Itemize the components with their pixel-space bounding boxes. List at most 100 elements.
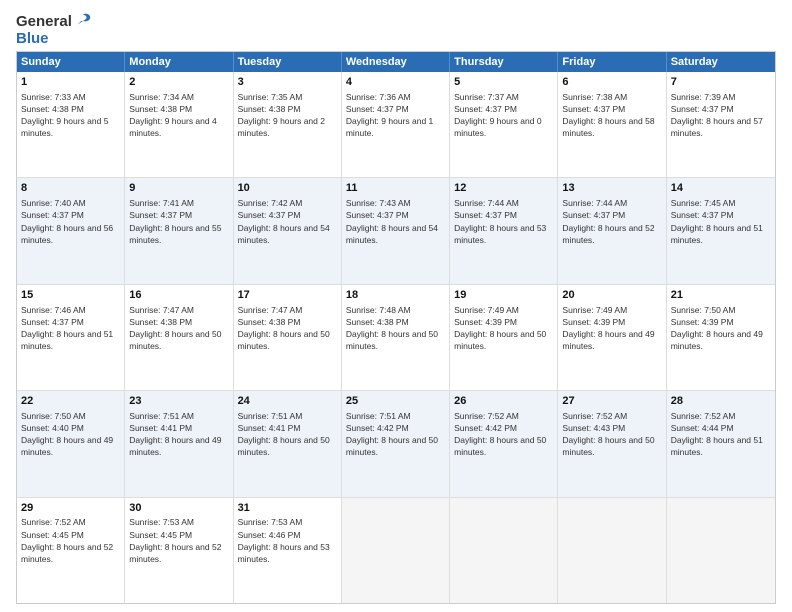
day-number: 11: [346, 181, 445, 196]
day-number: 12: [454, 181, 553, 196]
day-number: 21: [671, 288, 771, 303]
calendar-cell: 6Sunrise: 7:38 AMSunset: 4:37 PMDaylight…: [558, 72, 666, 177]
day-number: 4: [346, 75, 445, 90]
day-number: 1: [21, 75, 120, 90]
calendar-cell: 18 Sunrise: 7:48 AMSunset: 4:38 PMDayligh…: [342, 285, 450, 390]
calendar-cell-empty: [450, 498, 558, 603]
cell-info: Sunrise: 7:52 AMSunset: 4:43 PMDaylight:…: [562, 411, 654, 457]
logo-blue-text: Blue: [16, 30, 49, 47]
day-number: 18: [346, 288, 445, 303]
cell-info: Sunrise: 7:47 AMSunset: 4:38 PMDaylight:…: [129, 305, 221, 351]
calendar-week-row: 1 Sunrise: 7:33 AMSunset: 4:38 PMDaylight…: [17, 72, 775, 177]
day-number: 7: [671, 75, 771, 90]
day-number: 29: [21, 501, 120, 516]
cell-info: Sunrise: 7:34 AMSunset: 4:38 PMDaylight:…: [129, 92, 216, 138]
calendar-cell: 1 Sunrise: 7:33 AMSunset: 4:38 PMDaylight…: [17, 72, 125, 177]
calendar-cell: 9 Sunrise: 7:41 AMSunset: 4:37 PMDaylight…: [125, 178, 233, 283]
calendar-cell: 4 Sunrise: 7:36 AMSunset: 4:37 PMDaylight…: [342, 72, 450, 177]
calendar-cell: 11 Sunrise: 7:43 AMSunset: 4:37 PMDayligh…: [342, 178, 450, 283]
day-number: 31: [238, 501, 337, 516]
day-number: 25: [346, 394, 445, 409]
cell-info: Sunrise: 7:42 AMSunset: 4:37 PMDaylight:…: [238, 198, 330, 244]
calendar-cell: 2Sunrise: 7:34 AMSunset: 4:38 PMDaylight…: [125, 72, 233, 177]
day-number: 16: [129, 288, 228, 303]
cell-info: Sunrise: 7:52 AMSunset: 4:45 PMDaylight:…: [21, 517, 113, 563]
cell-info: Sunrise: 7:40 AMSunset: 4:37 PMDaylight:…: [21, 198, 113, 244]
cell-info: Sunrise: 7:48 AMSunset: 4:38 PMDaylight:…: [346, 305, 438, 351]
day-number: 28: [671, 394, 771, 409]
calendar-cell: 30Sunrise: 7:53 AMSunset: 4:45 PMDayligh…: [125, 498, 233, 603]
calendar-week-row: 15 Sunrise: 7:46 AMSunset: 4:37 PMDayligh…: [17, 284, 775, 390]
cell-info: Sunrise: 7:50 AMSunset: 4:39 PMDaylight:…: [671, 305, 763, 351]
calendar-cell: 26Sunrise: 7:52 AMSunset: 4:42 PMDayligh…: [450, 391, 558, 496]
cell-info: Sunrise: 7:51 AMSunset: 4:41 PMDaylight:…: [129, 411, 221, 457]
cell-info: Sunrise: 7:33 AMSunset: 4:38 PMDaylight:…: [21, 92, 108, 138]
calendar-cell: 8Sunrise: 7:40 AMSunset: 4:37 PMDaylight…: [17, 178, 125, 283]
cell-info: Sunrise: 7:39 AMSunset: 4:37 PMDaylight:…: [671, 92, 763, 138]
calendar-cell: 23 Sunrise: 7:51 AMSunset: 4:41 PMDayligh…: [125, 391, 233, 496]
logo-bird-icon: [74, 12, 92, 30]
cell-info: Sunrise: 7:36 AMSunset: 4:37 PMDaylight:…: [346, 92, 433, 138]
calendar-cell: 19Sunrise: 7:49 AMSunset: 4:39 PMDayligh…: [450, 285, 558, 390]
page-header: General Blue: [16, 12, 776, 47]
cell-info: Sunrise: 7:41 AMSunset: 4:37 PMDaylight:…: [129, 198, 221, 244]
calendar-day-header: Saturday: [667, 52, 775, 72]
calendar-cell-empty: [558, 498, 666, 603]
calendar-cell: 14 Sunrise: 7:45 AMSunset: 4:37 PMDayligh…: [667, 178, 775, 283]
cell-info: Sunrise: 7:49 AMSunset: 4:39 PMDaylight:…: [454, 305, 546, 351]
day-number: 22: [21, 394, 120, 409]
calendar-cell: 10Sunrise: 7:42 AMSunset: 4:37 PMDayligh…: [234, 178, 342, 283]
cell-info: Sunrise: 7:47 AMSunset: 4:38 PMDaylight:…: [238, 305, 330, 351]
day-number: 17: [238, 288, 337, 303]
calendar-cell: 7 Sunrise: 7:39 AMSunset: 4:37 PMDaylight…: [667, 72, 775, 177]
cell-info: Sunrise: 7:44 AMSunset: 4:37 PMDaylight:…: [454, 198, 546, 244]
page-container: General Blue SundayMondayTuesdayWednesda…: [0, 0, 792, 612]
calendar-day-header: Thursday: [450, 52, 558, 72]
day-number: 9: [129, 181, 228, 196]
calendar-day-header: Monday: [125, 52, 233, 72]
cell-info: Sunrise: 7:38 AMSunset: 4:37 PMDaylight:…: [562, 92, 654, 138]
cell-info: Sunrise: 7:45 AMSunset: 4:37 PMDaylight:…: [671, 198, 763, 244]
cell-info: Sunrise: 7:51 AMSunset: 4:42 PMDaylight:…: [346, 411, 438, 457]
day-number: 27: [562, 394, 661, 409]
day-number: 15: [21, 288, 120, 303]
calendar-cell: 3 Sunrise: 7:35 AMSunset: 4:38 PMDaylight…: [234, 72, 342, 177]
cell-info: Sunrise: 7:52 AMSunset: 4:44 PMDaylight:…: [671, 411, 763, 457]
day-number: 23: [129, 394, 228, 409]
calendar-cell: 25 Sunrise: 7:51 AMSunset: 4:42 PMDayligh…: [342, 391, 450, 496]
cell-info: Sunrise: 7:53 AMSunset: 4:45 PMDaylight:…: [129, 517, 221, 563]
cell-info: Sunrise: 7:35 AMSunset: 4:38 PMDaylight:…: [238, 92, 325, 138]
cell-info: Sunrise: 7:50 AMSunset: 4:40 PMDaylight:…: [21, 411, 113, 457]
day-number: 13: [562, 181, 661, 196]
day-number: 20: [562, 288, 661, 303]
calendar-cell-empty: [667, 498, 775, 603]
cell-info: Sunrise: 7:46 AMSunset: 4:37 PMDaylight:…: [21, 305, 113, 351]
cell-info: Sunrise: 7:53 AMSunset: 4:46 PMDaylight:…: [238, 517, 330, 563]
calendar-cell: 15 Sunrise: 7:46 AMSunset: 4:37 PMDayligh…: [17, 285, 125, 390]
cell-info: Sunrise: 7:44 AMSunset: 4:37 PMDaylight:…: [562, 198, 654, 244]
cell-info: Sunrise: 7:43 AMSunset: 4:37 PMDaylight:…: [346, 198, 438, 244]
day-number: 26: [454, 394, 553, 409]
day-number: 3: [238, 75, 337, 90]
calendar-header: SundayMondayTuesdayWednesdayThursdayFrid…: [17, 52, 775, 72]
calendar-cell: 31Sunrise: 7:53 AMSunset: 4:46 PMDayligh…: [234, 498, 342, 603]
calendar-day-header: Sunday: [17, 52, 125, 72]
calendar-cell-empty: [342, 498, 450, 603]
day-number: 30: [129, 501, 228, 516]
day-number: 5: [454, 75, 553, 90]
calendar-day-header: Friday: [558, 52, 666, 72]
calendar-cell: 22 Sunrise: 7:50 AMSunset: 4:40 PMDayligh…: [17, 391, 125, 496]
cell-info: Sunrise: 7:51 AMSunset: 4:41 PMDaylight:…: [238, 411, 330, 457]
calendar-day-header: Wednesday: [342, 52, 450, 72]
cell-info: Sunrise: 7:37 AMSunset: 4:37 PMDaylight:…: [454, 92, 541, 138]
calendar-cell: 28 Sunrise: 7:52 AMSunset: 4:44 PMDayligh…: [667, 391, 775, 496]
calendar-body: 1 Sunrise: 7:33 AMSunset: 4:38 PMDaylight…: [17, 72, 775, 603]
day-number: 24: [238, 394, 337, 409]
calendar: SundayMondayTuesdayWednesdayThursdayFrid…: [16, 51, 776, 604]
day-number: 14: [671, 181, 771, 196]
calendar-day-header: Tuesday: [234, 52, 342, 72]
logo-general-text: General: [16, 13, 72, 30]
cell-info: Sunrise: 7:49 AMSunset: 4:39 PMDaylight:…: [562, 305, 654, 351]
calendar-cell: 16 Sunrise: 7:47 AMSunset: 4:38 PMDayligh…: [125, 285, 233, 390]
calendar-week-row: 22 Sunrise: 7:50 AMSunset: 4:40 PMDayligh…: [17, 390, 775, 496]
